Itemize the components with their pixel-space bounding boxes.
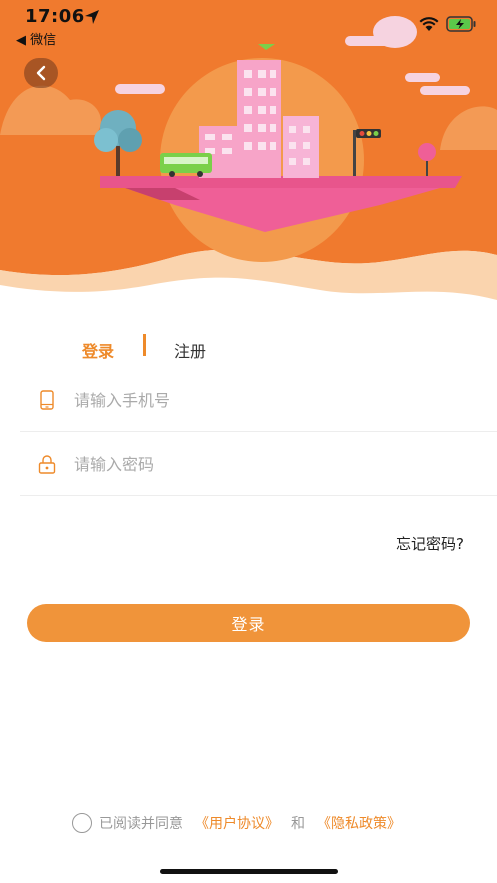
location-arrow-icon [85,10,99,24]
phone-icon [40,390,54,410]
chevron-left-icon [36,65,46,81]
agreement-row: 已阅读并同意 《用户协议》 和 《隐私政策》 [72,812,401,834]
wifi-icon [419,17,439,31]
phone-field-row [20,368,497,432]
back-to-app-link[interactable]: ◀ 微信 [16,29,56,48]
lock-icon [38,455,56,474]
tab-login[interactable]: 登录 [82,338,114,362]
status-bar: 17:06 ◀ 微信 [0,0,497,48]
back-button[interactable] [24,58,58,88]
status-time: 17:06 [25,6,85,27]
password-input[interactable] [74,450,454,478]
phone-input[interactable] [74,386,454,414]
login-page: 17:06 ◀ 微信 登录 注册 请输入手机号 忘记密码? 登录 已阅读并同意 … [0,0,497,883]
forgot-password-link[interactable]: 忘记密码? [396,533,464,554]
agreement-prefix: 已阅读并同意 [99,816,183,832]
tab-register[interactable]: 注册 [174,338,206,362]
user-agreement-link[interactable]: 《用户协议》 [195,813,279,833]
home-indicator [160,869,338,874]
agree-radio[interactable] [72,813,92,833]
battery-charging-icon [446,16,476,32]
privacy-policy-link[interactable]: 《隐私政策》 [317,813,401,833]
agreement-and: 和 [291,816,305,832]
tab-divider [143,334,146,356]
login-button[interactable]: 登录 [27,604,470,642]
password-field-row [20,432,497,496]
